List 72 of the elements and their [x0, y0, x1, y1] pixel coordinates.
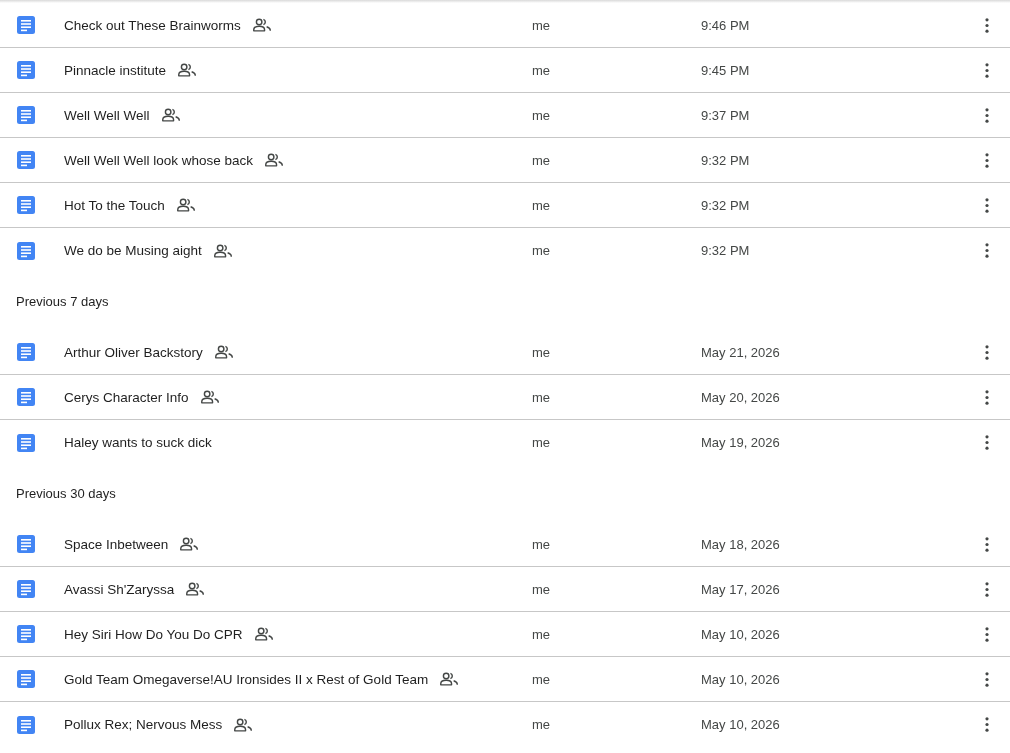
file-name: Cerys Character Info — [64, 389, 189, 405]
document-icon — [17, 625, 35, 643]
file-name: Avassi Sh'Zaryssa — [64, 581, 175, 597]
more-vert-icon — [985, 389, 989, 405]
modified-date: 9:46 PM — [701, 17, 750, 33]
owner-name: me — [532, 152, 551, 168]
file-name: Well Well Well look whose back — [64, 152, 254, 168]
owner-name: me — [532, 62, 551, 78]
document-icon — [17, 16, 35, 34]
document-icon — [17, 343, 35, 361]
file-name: Hey Siri How Do You Do CPR — [64, 626, 243, 642]
owner-name: me — [532, 243, 551, 258]
modified-date: May 20, 2026 — [701, 389, 780, 405]
document-icon — [17, 670, 35, 688]
document-icon — [17, 196, 35, 214]
section-heading: Previous 30 days — [16, 486, 116, 501]
file-name: Pinnacle institute — [64, 62, 167, 78]
file-name: Well Well Well — [64, 107, 150, 123]
more-vert-icon — [985, 17, 989, 33]
owner-name: me — [532, 107, 551, 123]
more-vert-icon — [985, 152, 989, 168]
file-name: We do be Musing aight — [64, 243, 202, 258]
modified-date: 9:32 PM — [701, 152, 750, 168]
more-vert-icon — [985, 435, 989, 450]
more-vert-icon — [985, 626, 989, 642]
modified-date: May 19, 2026 — [701, 435, 780, 450]
document-icon — [17, 241, 35, 260]
more-vert-icon — [985, 107, 989, 123]
owner-name: me — [532, 197, 551, 213]
document-icon — [17, 580, 35, 598]
document-icon — [17, 106, 35, 124]
document-icon — [17, 715, 35, 734]
modified-date: 9:32 PM — [701, 243, 750, 258]
modified-date: May 17, 2026 — [701, 581, 780, 597]
document-icon — [17, 535, 35, 553]
file-name: Space Inbetween — [64, 536, 169, 552]
file-name: Arthur Oliver Backstory — [64, 344, 203, 360]
more-vert-icon — [985, 536, 989, 552]
file-name: Pollux Rex; Nervous Mess — [64, 717, 223, 732]
file-name: Gold Team Omegaverse!AU Ironsides II x Rest of Gold Team — [64, 671, 429, 687]
owner-name: me — [532, 581, 551, 597]
file-name: Check out These Brainworms — [64, 17, 241, 33]
more-vert-icon — [985, 671, 989, 687]
owner-name: me — [532, 344, 551, 360]
more-vert-icon — [985, 197, 989, 213]
modified-date: 9:45 PM — [701, 62, 750, 78]
owner-name: me — [532, 389, 551, 405]
document-icon — [17, 151, 35, 169]
modified-date: May 10, 2026 — [701, 717, 780, 732]
owner-name: me — [532, 435, 551, 450]
modified-date: May 10, 2026 — [701, 671, 780, 687]
more-vert-icon — [985, 581, 989, 597]
modified-date: May 10, 2026 — [701, 626, 780, 642]
document-icon — [17, 433, 35, 452]
more-vert-icon — [985, 62, 989, 78]
more-vert-icon — [985, 243, 989, 258]
owner-name: me — [532, 626, 551, 642]
modified-date: May 21, 2026 — [701, 344, 780, 360]
file-name: Haley wants to suck dick — [64, 435, 212, 450]
owner-name: me — [532, 671, 551, 687]
document-icon — [17, 61, 35, 79]
modified-date: 9:37 PM — [701, 107, 750, 123]
document-icon — [17, 388, 35, 406]
file-name: Hot To the Touch — [64, 197, 165, 213]
more-vert-icon — [985, 717, 989, 732]
section-heading: Previous 7 days — [16, 294, 109, 309]
more-vert-icon — [985, 344, 989, 360]
owner-name: me — [532, 717, 551, 732]
modified-date: 9:32 PM — [701, 197, 750, 213]
owner-name: me — [532, 536, 551, 552]
owner-name: me — [532, 17, 551, 33]
modified-date: May 18, 2026 — [701, 536, 780, 552]
